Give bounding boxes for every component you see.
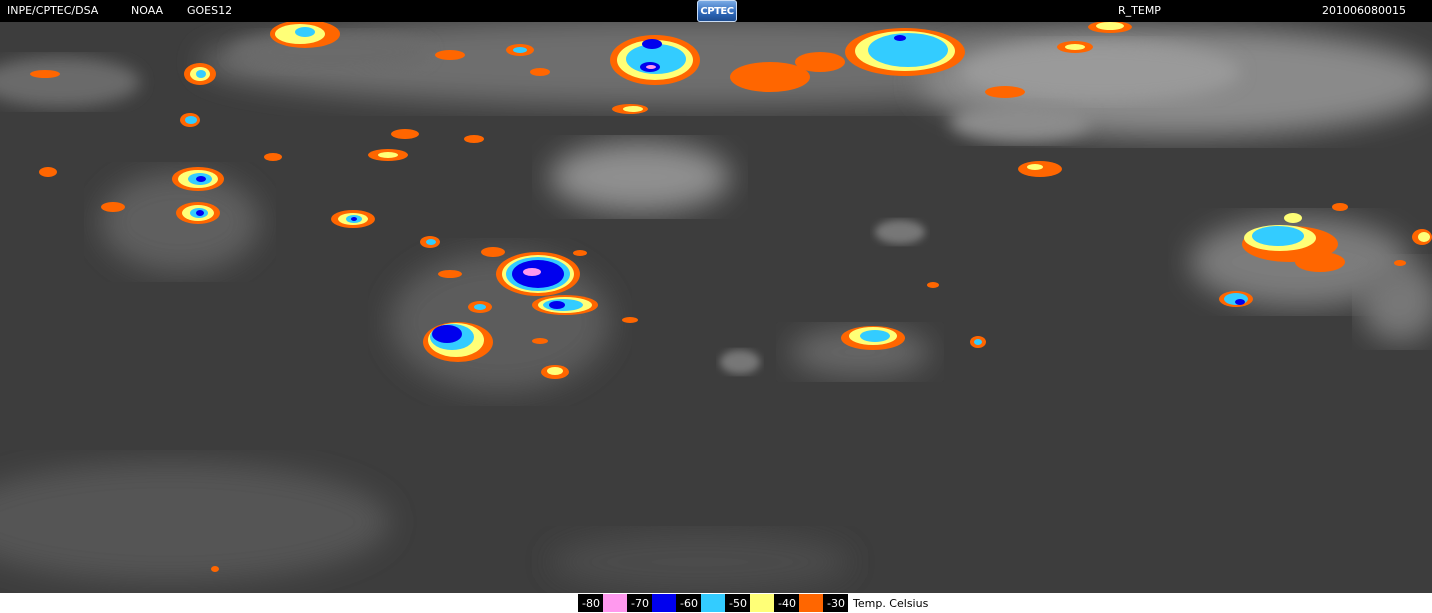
storm-cell xyxy=(172,167,224,191)
storm-cell xyxy=(795,52,845,72)
storm-cell xyxy=(1418,232,1430,242)
storm-cell xyxy=(435,50,465,60)
storm-cell xyxy=(974,339,982,345)
storm-cell xyxy=(573,250,587,256)
storm-cell xyxy=(426,239,436,245)
legend-swatch xyxy=(603,594,627,612)
storm-cell xyxy=(101,202,125,212)
storm-cell xyxy=(391,129,419,139)
header-satellite: GOES12 xyxy=(187,4,233,17)
legend-swatch xyxy=(799,594,823,612)
legend-swatch xyxy=(652,594,676,612)
storm-cell xyxy=(331,210,375,228)
storm-cell xyxy=(610,35,700,85)
storm-cell xyxy=(180,113,200,127)
storm-cell xyxy=(264,153,282,161)
legend-label: -70 xyxy=(627,594,652,612)
header-product: R_TEMP xyxy=(1118,4,1161,17)
legend-label: -30 xyxy=(823,594,848,612)
storm-cell xyxy=(532,338,548,344)
temperature-legend: -80 -70 -60 -50 -40 -30 Temp. Celsius xyxy=(578,594,928,612)
legend-label: -50 xyxy=(725,594,750,612)
storm-cell xyxy=(176,202,220,224)
storm-cell xyxy=(39,167,57,177)
storm-cell xyxy=(841,326,905,350)
storm-cell xyxy=(481,247,505,257)
storm-cell xyxy=(496,252,580,296)
storm-cell xyxy=(1219,291,1253,307)
satellite-map xyxy=(0,22,1432,593)
legend-swatch xyxy=(701,594,725,612)
legend-label: -60 xyxy=(676,594,701,612)
satellite-image xyxy=(0,22,1432,593)
storm-cell xyxy=(1394,260,1406,266)
storm-cell xyxy=(532,295,598,315)
storm-cell xyxy=(845,28,965,76)
storm-cell xyxy=(1284,213,1302,223)
storm-cell xyxy=(1065,44,1085,50)
storm-cell xyxy=(211,566,219,572)
legend-units: Temp. Celsius xyxy=(853,596,929,610)
storm-cell xyxy=(1096,22,1124,30)
storm-cell xyxy=(513,47,527,53)
legend-label: -80 xyxy=(578,594,603,612)
logo-text: CPTEC xyxy=(700,5,734,17)
storm-cell xyxy=(547,367,563,375)
storm-cell xyxy=(184,63,216,85)
storm-cell xyxy=(530,68,550,76)
storm-cell xyxy=(985,86,1025,98)
header-timestamp: 201006080015 xyxy=(1322,4,1406,17)
legend-swatch xyxy=(750,594,774,612)
header-org: INPE/CPTEC/DSA xyxy=(7,4,99,17)
storm-cell xyxy=(623,106,643,112)
storm-cell xyxy=(464,135,484,143)
header-bar: INPE/CPTEC/DSA NOAA GOES12 CPTEC R_TEMP … xyxy=(0,0,1432,22)
storm-cell xyxy=(1295,252,1345,272)
storm-cell xyxy=(438,270,462,278)
storm-cell xyxy=(378,152,398,158)
storm-cell xyxy=(927,282,939,288)
storm-cell xyxy=(30,70,60,78)
cptec-logo: CPTEC xyxy=(697,0,737,22)
storm-cell xyxy=(474,304,486,310)
storm-cell xyxy=(622,317,638,323)
header-agency: NOAA xyxy=(131,4,164,17)
legend-label: -40 xyxy=(774,594,799,612)
storm-cell xyxy=(423,322,493,362)
storm-cell xyxy=(1027,164,1043,170)
storm-cell xyxy=(1332,203,1348,211)
